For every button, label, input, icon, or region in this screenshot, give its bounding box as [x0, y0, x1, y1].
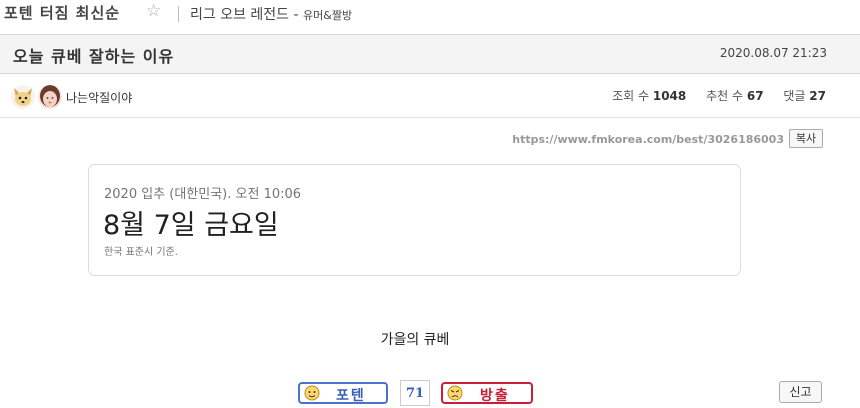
report-button[interactable]: 신고	[779, 381, 822, 403]
divider	[178, 6, 179, 22]
card-subtitle: 2020 입추 (대한민국). 오전 10:06	[104, 187, 302, 202]
post-meta: 나는악질이야 조회 수 1048 추천 수 67 댓글 27	[0, 74, 860, 118]
upvote-label: 포텐	[336, 388, 366, 404]
likes-label: 추천 수	[706, 89, 744, 103]
share-url[interactable]: https://www.fmkorea.com/best/3026186003	[512, 133, 784, 146]
author-name[interactable]: 나는악질이야	[66, 89, 132, 106]
card-date: 8월 7일 금요일	[103, 210, 279, 241]
comments-count: 27	[809, 89, 826, 103]
downvote-button[interactable]: 방출	[441, 382, 533, 404]
date-card: 2020 입추 (대한민국). 오전 10:06 8월 7일 금요일 한국 표준…	[88, 164, 741, 276]
board-header: 포텐 터짐 최신순 ☆ 리그 오브 레전드 - 유머&짤방	[0, 0, 860, 30]
category-separator: -	[289, 7, 304, 23]
subcategory-link[interactable]: 유머&짤방	[303, 9, 352, 22]
thumbs-up-face-icon	[304, 385, 320, 401]
star-icon[interactable]: ☆	[146, 1, 161, 21]
post-header: 오늘 큐베 잘하는 이유 2020.08.07 21:23	[0, 34, 860, 74]
breadcrumb: 리그 오브 레전드 - 유머&짤방	[190, 4, 352, 24]
likes-count: 67	[746, 89, 764, 103]
angry-face-icon	[447, 385, 463, 401]
post-stats: 조회 수 1048 추천 수 67 댓글 27	[612, 87, 826, 104]
card-note: 한국 표준시 기준.	[104, 247, 178, 258]
comments-label: 댓글	[783, 89, 806, 103]
downvote-label: 방출	[480, 388, 510, 404]
post-title: 오늘 큐베 잘하는 이유	[13, 47, 175, 66]
post-date: 2020.08.07 21:23	[719, 46, 827, 60]
board-title[interactable]: 포텐 터짐 최신순	[4, 2, 120, 23]
post-body-text: 가을의 큐베	[380, 332, 450, 348]
vote-count: 71	[400, 380, 430, 406]
upvote-button[interactable]: 포텐	[298, 382, 388, 404]
level-avatar	[11, 85, 35, 109]
user-avatar[interactable]	[38, 85, 62, 109]
category-link[interactable]: 리그 오브 레전드	[190, 7, 289, 23]
views-count: 1048	[652, 89, 687, 103]
copy-url-button[interactable]: 복사	[789, 129, 823, 148]
views-label: 조회 수	[612, 89, 650, 103]
